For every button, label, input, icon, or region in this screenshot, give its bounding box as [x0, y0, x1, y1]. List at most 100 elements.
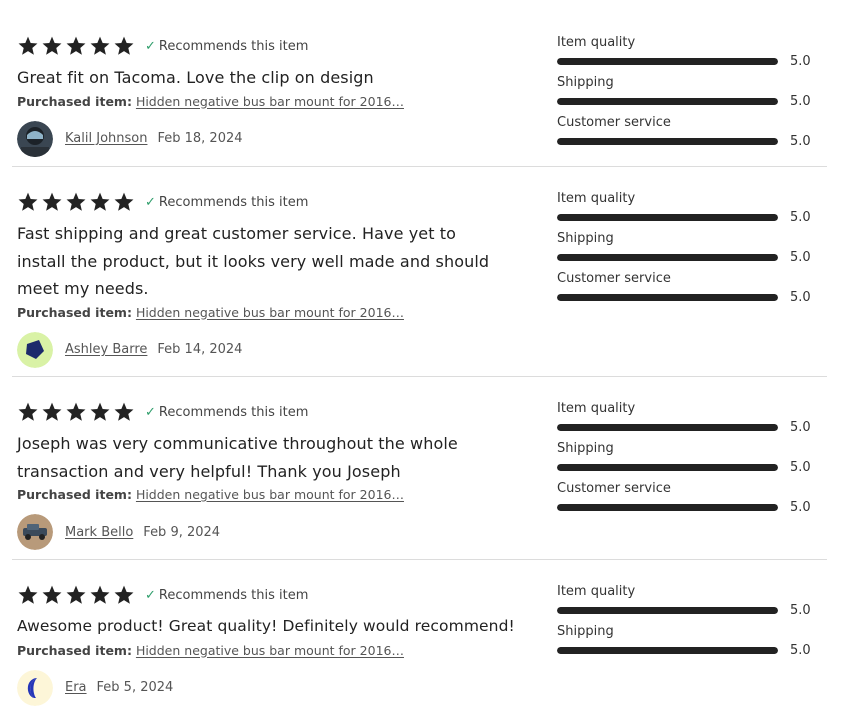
review-author: Ashley Barre Feb 14, 2024 — [17, 331, 527, 368]
purchased-label: Purchased item: — [17, 304, 132, 320]
rating-bar-fill — [557, 504, 778, 511]
star-icon — [18, 402, 38, 421]
category-label: Customer service — [557, 271, 671, 286]
rating-bar-row: 5.0 — [557, 498, 817, 520]
rating-bar — [557, 98, 778, 105]
review-date: Feb 14, 2024 — [157, 342, 243, 357]
rating-row: ✓ Recommends this item — [17, 399, 527, 425]
recommends-badge: ✓ Recommends this item — [145, 195, 308, 210]
review-author: Kalil Johnson Feb 18, 2024 — [17, 120, 527, 157]
purchased-label: Purchased item: — [17, 642, 132, 658]
rating-bar-row: 5.0 — [557, 458, 817, 480]
rating-value: 5.0 — [790, 94, 811, 109]
category-label: Shipping — [557, 75, 614, 90]
rating-bar-row: 5.0 — [557, 288, 817, 310]
rating-breakdown: Item quality 5.0 Shipping 5.0 — [557, 583, 817, 663]
review-author: Mark Bello Feb 9, 2024 — [17, 514, 527, 550]
review-divider — [12, 376, 827, 377]
category-label: Item quality — [557, 35, 636, 50]
star-icon — [114, 192, 134, 211]
star-icon — [18, 36, 38, 55]
star-icon — [66, 585, 86, 604]
purchased-item-link[interactable]: Hidden negative bus bar mount for 2016… — [136, 305, 404, 320]
rating-value: 5.0 — [790, 210, 811, 225]
rating-bar — [557, 504, 778, 511]
checkmark-icon: ✓ — [145, 38, 156, 54]
rating-bar-row: 5.0 — [557, 248, 817, 270]
star-icon — [42, 36, 62, 55]
rating-value: 5.0 — [790, 54, 811, 69]
purchased-item-link[interactable]: Hidden negative bus bar mount for 2016… — [136, 94, 404, 109]
purchased-item: Purchased item: Hidden negative bus bar … — [17, 487, 527, 502]
star-rating — [17, 35, 135, 57]
star-icon — [18, 192, 38, 211]
star-icon — [90, 585, 110, 604]
category-item-quality: Item quality 5.0 — [557, 190, 817, 230]
purchased-item: Purchased item: Hidden negative bus bar … — [17, 643, 527, 658]
star-icon — [42, 402, 62, 421]
purchased-item: Purchased item: Hidden negative bus bar … — [17, 305, 527, 320]
author-name-link[interactable]: Era — [65, 680, 87, 695]
rating-value: 5.0 — [790, 290, 811, 305]
star-rating — [17, 401, 135, 423]
pentagon-avatar[interactable] — [17, 331, 53, 368]
truck-photo-avatar[interactable] — [17, 514, 53, 550]
recommends-label: Recommends this item — [158, 194, 309, 210]
review-author: Era Feb 5, 2024 — [17, 669, 527, 706]
review-text: Awesome product! Great quality! Definite… — [17, 617, 515, 635]
author-name-link[interactable]: Mark Bello — [65, 525, 133, 540]
category-label: Shipping — [557, 441, 614, 456]
recommends-badge: ✓ Recommends this item — [145, 405, 308, 420]
category-label: Shipping — [557, 231, 614, 246]
rating-bar-fill — [557, 647, 778, 654]
category-label: Customer service — [557, 481, 671, 496]
category-label: Item quality — [557, 191, 636, 206]
rating-bar-fill — [557, 424, 778, 431]
star-icon — [42, 192, 62, 211]
purchased-item-link[interactable]: Hidden negative bus bar mount for 2016… — [136, 643, 404, 658]
purchased-item-link[interactable]: Hidden negative bus bar mount for 2016… — [136, 487, 404, 502]
author-name-link[interactable]: Kalil Johnson — [65, 131, 147, 146]
recommends-label: Recommends this item — [158, 587, 309, 603]
rating-bar-row: 5.0 — [557, 52, 817, 74]
rating-bar — [557, 464, 778, 471]
category-shipping: Shipping 5.0 — [557, 623, 817, 663]
review-divider — [12, 166, 827, 167]
review-date: Feb 5, 2024 — [96, 680, 174, 695]
category-item-quality: Item quality 5.0 — [557, 583, 817, 623]
category-label: Item quality — [557, 401, 636, 416]
rating-bar-fill — [557, 58, 778, 65]
star-icon — [90, 192, 110, 211]
rating-breakdown: Item quality 5.0 Shipping 5.0 Customer s… — [557, 400, 817, 520]
rating-bar-row: 5.0 — [557, 132, 817, 154]
star-rating — [17, 584, 135, 606]
star-icon — [66, 36, 86, 55]
rating-bar-row: 5.0 — [557, 418, 817, 440]
rating-bar-fill — [557, 138, 778, 145]
rating-row: ✓ Recommends this item — [17, 189, 527, 215]
category-shipping: Shipping 5.0 — [557, 440, 817, 480]
crescent-avatar[interactable] — [17, 669, 53, 706]
rating-value: 5.0 — [790, 134, 811, 149]
rating-bar-row: 5.0 — [557, 641, 817, 663]
checkmark-icon: ✓ — [145, 587, 156, 603]
category-label: Item quality — [557, 584, 636, 599]
review-body: ✓ Recommends this item Great fit on Taco… — [17, 33, 527, 157]
category-item-quality: Item quality 5.0 — [557, 34, 817, 74]
review-body: ✓ Recommends this item Awesome product! … — [17, 582, 527, 706]
category-shipping: Shipping 5.0 — [557, 74, 817, 114]
star-icon — [114, 585, 134, 604]
review-text: Joseph was very communicative throughout… — [17, 434, 458, 481]
rating-bar-fill — [557, 254, 778, 261]
purchased-label: Purchased item: — [17, 93, 132, 109]
user-photo-avatar[interactable] — [17, 120, 53, 157]
category-item-quality: Item quality 5.0 — [557, 400, 817, 440]
recommends-badge: ✓ Recommends this item — [145, 588, 308, 603]
review-body: ✓ Recommends this item Fast shipping and… — [17, 189, 527, 368]
category-shipping: Shipping 5.0 — [557, 230, 817, 270]
purchased-label: Purchased item: — [17, 487, 132, 502]
author-name-link[interactable]: Ashley Barre — [65, 342, 147, 357]
recommends-label: Recommends this item — [158, 38, 309, 54]
rating-row: ✓ Recommends this item — [17, 582, 527, 608]
rating-breakdown: Item quality 5.0 Shipping 5.0 Customer s… — [557, 190, 817, 310]
